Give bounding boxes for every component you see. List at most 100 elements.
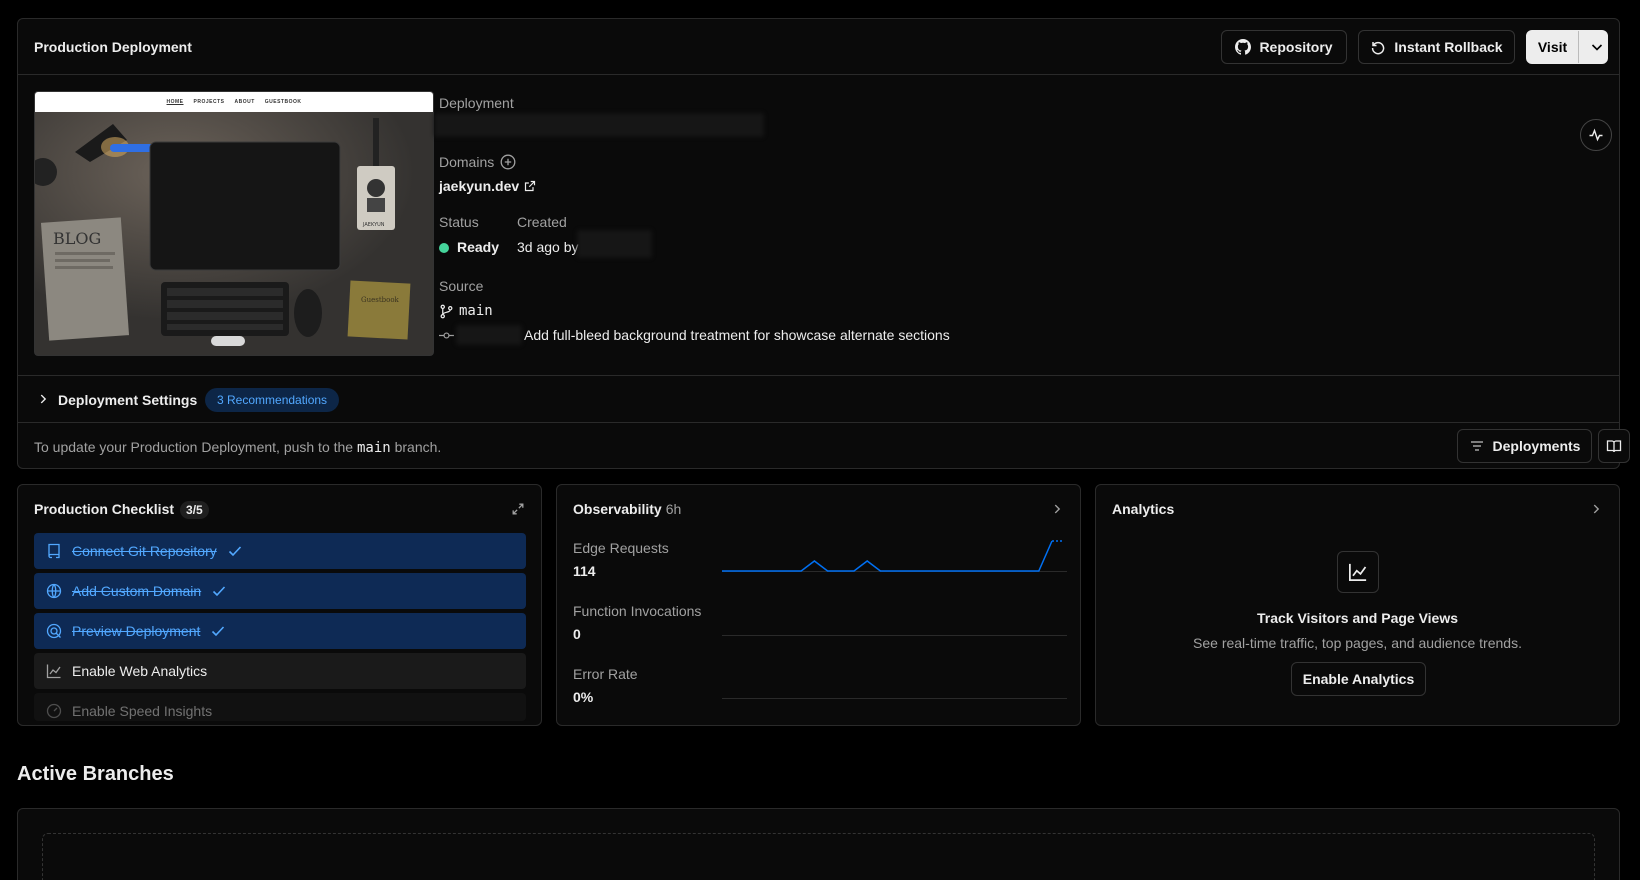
enable-analytics-button[interactable]: Enable Analytics xyxy=(1291,662,1426,696)
preview-nav-item: GUESTBOOK xyxy=(264,99,302,105)
checklist-count-badge: 3/5 xyxy=(180,501,209,519)
chevron-right-icon[interactable] xyxy=(1589,502,1603,516)
chevron-right-icon[interactable] xyxy=(1050,502,1064,516)
deployments-label: Deployments xyxy=(1492,438,1581,454)
preview-nav: HOME PROJECTS ABOUT GUESTBOOK xyxy=(35,92,433,112)
checklist-item-label: Add Custom Domain xyxy=(72,583,202,599)
repository-button[interactable]: Repository xyxy=(1221,30,1347,64)
metric-value: 114 xyxy=(573,563,596,579)
visit-dropdown-toggle[interactable] xyxy=(1587,39,1607,55)
preview-nav-item: HOME xyxy=(166,99,184,105)
edge-requests-line xyxy=(722,540,1053,572)
preview-blog-text: BLOG xyxy=(53,229,101,248)
visit-button[interactable]: Visit xyxy=(1526,30,1608,64)
chevron-right-icon xyxy=(40,394,47,404)
creator-redacted xyxy=(577,230,652,258)
checklist-item[interactable]: Enable Web Analytics xyxy=(34,653,526,689)
status-dot-icon xyxy=(439,243,449,253)
note-suffix: branch. xyxy=(394,439,442,455)
check-icon xyxy=(228,546,241,557)
commit-hash-redacted xyxy=(456,325,522,345)
checklist-item[interactable]: Preview Deployment xyxy=(34,613,526,649)
visit-label[interactable]: Visit xyxy=(1527,31,1579,63)
check-icon xyxy=(213,586,226,597)
metric-value: 0 xyxy=(573,626,581,642)
status-text: Ready xyxy=(457,239,500,255)
git-branch-icon xyxy=(440,304,453,318)
note-branch: main xyxy=(356,440,391,456)
analytics-card[interactable]: Analytics Track Visitors and Page Views … xyxy=(1095,484,1620,726)
analytics-description: See real-time traffic, top pages, and au… xyxy=(1193,635,1522,651)
docs-button[interactable] xyxy=(1598,429,1630,463)
note-prefix: To update your Production Deployment, pu… xyxy=(34,439,354,455)
domains-label: Domains xyxy=(439,154,495,170)
chevron-down-icon xyxy=(1591,44,1603,51)
deployment-settings-row[interactable]: Deployment Settings 3 Recommendations xyxy=(18,375,1619,423)
deployment-url-redacted xyxy=(434,113,764,137)
observability-title: Observability 6h xyxy=(573,501,681,517)
metric-baseline xyxy=(722,635,1067,636)
checklist-item[interactable]: Connect Git Repository xyxy=(34,533,526,569)
page-title: Production Deployment xyxy=(34,39,192,55)
github-icon xyxy=(1235,39,1252,55)
metric-label: Function Invocations xyxy=(573,603,702,619)
rollback-icon xyxy=(1372,41,1385,55)
preview-badge-name: JAEKYUN xyxy=(362,222,385,228)
checklist-item-label: Enable Web Analytics xyxy=(72,663,208,679)
source-commit[interactable]: Add full-bleed background treatment for … xyxy=(439,325,950,345)
filter-lines-icon xyxy=(1470,441,1483,451)
analytics-chart-icon xyxy=(1337,551,1379,593)
recommendations-badge[interactable]: 3 Recommendations xyxy=(205,388,340,412)
observability-card[interactable]: Observability 6h Edge Requests 114 Functi… xyxy=(556,484,1081,726)
git-commit-icon xyxy=(439,331,454,339)
expand-icon[interactable] xyxy=(511,502,525,516)
active-branches-card xyxy=(17,808,1620,880)
commit-message[interactable]: Add full-bleed background treatment for … xyxy=(524,327,950,343)
deployment-settings-title[interactable]: Deployment Settings xyxy=(58,392,197,408)
status-value: Ready xyxy=(439,239,499,255)
active-branches-title: Active Branches xyxy=(17,763,174,785)
instant-rollback-label: Instant Rollback xyxy=(1394,39,1503,55)
observability-range: 6h xyxy=(665,501,682,517)
external-link-icon xyxy=(525,180,536,192)
repo-icon xyxy=(48,543,60,559)
analytics-heading: Track Visitors and Page Views xyxy=(1256,610,1459,626)
activity-button[interactable] xyxy=(1580,119,1612,151)
branch-name[interactable]: main xyxy=(459,303,493,319)
created-label: Created xyxy=(517,214,567,230)
source-label: Source xyxy=(439,278,484,294)
checklist-item-label: Enable Speed Insights xyxy=(72,703,213,719)
domains-header: Domains xyxy=(439,154,516,170)
add-domain-icon[interactable] xyxy=(500,154,516,170)
preview-desk-scene: BLOG JAEKYUN Guestbook xyxy=(35,112,433,355)
update-instructions: To update your Production Deployment, pu… xyxy=(34,439,441,456)
checklist-item[interactable]: Enable Speed Insights xyxy=(34,693,526,721)
metric-label: Error Rate xyxy=(573,666,638,682)
repository-label: Repository xyxy=(1259,39,1333,55)
deployment-label: Deployment xyxy=(439,95,514,111)
line-chart-icon xyxy=(1349,563,1367,581)
deployment-preview-image[interactable]: HOME PROJECTS ABOUT GUESTBOOK BLOG JAEKY… xyxy=(34,91,434,356)
created-value: 3d ago by xyxy=(517,239,579,255)
observability-title-text: Observability xyxy=(573,501,662,517)
gauge-icon xyxy=(46,703,62,719)
status-label: Status xyxy=(439,214,479,230)
check-icon xyxy=(212,626,225,637)
checklist-title-text: Production Checklist xyxy=(34,501,175,517)
domain-name[interactable]: jaekyun.dev xyxy=(439,178,519,194)
pulse-icon xyxy=(1589,128,1603,142)
preview-nav-item: ABOUT xyxy=(234,99,255,105)
chart-icon xyxy=(46,664,61,679)
checklist-item[interactable]: Add Custom Domain xyxy=(34,573,526,609)
deployments-button[interactable]: Deployments xyxy=(1457,429,1592,463)
checklist-item-label: Preview Deployment xyxy=(72,623,201,639)
metric-label: Edge Requests xyxy=(573,540,669,556)
source-branch[interactable]: main xyxy=(439,303,493,319)
instant-rollback-button[interactable]: Instant Rollback xyxy=(1358,30,1515,64)
checklist-item-label: Connect Git Repository xyxy=(72,543,217,559)
globe-icon xyxy=(46,583,62,599)
preview-icon xyxy=(46,623,62,639)
branches-placeholder xyxy=(42,833,1595,880)
production-checklist-card: Production Checklist 3/5 Connect Git Repo… xyxy=(17,484,542,726)
domain-link[interactable]: jaekyun.dev xyxy=(439,178,536,194)
